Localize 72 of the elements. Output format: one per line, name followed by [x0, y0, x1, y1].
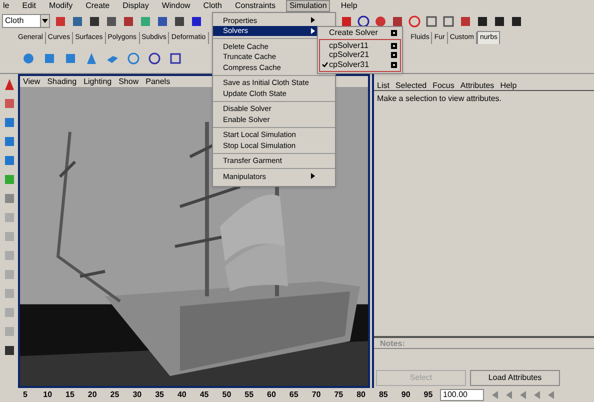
- cube-icon[interactable]: [43, 52, 56, 65]
- cylinder-icon[interactable]: [64, 52, 77, 65]
- square-icon[interactable]: [169, 52, 182, 65]
- panel-menu-item[interactable]: Lighting: [84, 76, 112, 87]
- tool-icon[interactable]: [510, 14, 523, 28]
- menu-item[interactable]: Create: [84, 1, 112, 11]
- end-time-field[interactable]: 100.00: [440, 389, 484, 401]
- timeline-tick: 15: [64, 389, 76, 401]
- notes-label: Notes:: [380, 339, 405, 348]
- menu-item[interactable]: cpSolver21: [320, 50, 400, 60]
- option-box-icon: [391, 42, 397, 49]
- timeline-tick: 75: [333, 389, 344, 401]
- timeline-tick: 50: [221, 389, 232, 401]
- cone-icon[interactable]: [85, 52, 98, 65]
- timeline-tick: 25: [109, 389, 120, 401]
- tool-icon[interactable]: [156, 14, 169, 28]
- tool-icon[interactable]: [476, 14, 489, 28]
- panel-menu-item[interactable]: View: [23, 76, 40, 87]
- tool-icon[interactable]: [357, 14, 370, 28]
- timeline-tick: 70: [310, 389, 322, 401]
- panel-menu-item[interactable]: List: [377, 80, 390, 90]
- status-message: Make a selection to view attributes.: [376, 93, 503, 105]
- tool-icon[interactable]: [391, 14, 404, 28]
- circle-icon[interactable]: [148, 52, 161, 65]
- timeline-tick: 95: [422, 389, 434, 401]
- menu-item[interactable]: Constraints: [232, 1, 278, 11]
- tool-icon[interactable]: [190, 14, 203, 28]
- panel-menu-item[interactable]: Panels: [146, 76, 170, 87]
- tool-icon[interactable]: [493, 14, 506, 28]
- tool-icon[interactable]: [105, 14, 118, 28]
- timeline-tick: 80: [356, 389, 366, 401]
- timeline-tick: 30: [132, 389, 143, 401]
- timeline-tick: 45: [198, 389, 210, 401]
- timeline-tick: 65: [288, 389, 300, 401]
- tool-icon[interactable]: [425, 14, 438, 28]
- timeline-tick: 85: [378, 389, 389, 401]
- option-box-icon: [391, 30, 397, 36]
- timeline-tick: 20: [86, 389, 98, 401]
- menu-item[interactable]: cpSolver31: [320, 60, 400, 70]
- timeline-tick: 5: [22, 389, 28, 401]
- panel-menu-item[interactable]: Attributes: [460, 80, 494, 90]
- timeline-tick: 35: [154, 389, 165, 401]
- timeline-tick: 90: [400, 389, 412, 401]
- menu-item[interactable]: le: [1, 1, 12, 11]
- timeline-tick: 10: [42, 389, 54, 401]
- menu-item[interactable]: Simulation: [286, 0, 330, 12]
- tool-icon[interactable]: [88, 14, 101, 28]
- panel-menu-item[interactable]: Help: [500, 80, 517, 90]
- menu-item[interactable]: Display: [120, 1, 151, 11]
- menu-item[interactable]: Modify: [47, 1, 75, 11]
- panel-button[interactable]: Load Attributes: [470, 370, 560, 386]
- panel-menu-item[interactable]: Show: [118, 76, 139, 87]
- panel-menu-item[interactable]: Shading: [47, 76, 77, 87]
- tool-icon[interactable]: [173, 14, 186, 28]
- menu-item[interactable]: cpSolver11: [320, 41, 400, 50]
- tool-icon[interactable]: [442, 14, 455, 28]
- mode-dropdown[interactable]: Cloth: [2, 14, 50, 28]
- menu-item[interactable]: Edit: [20, 1, 38, 11]
- panel-menu-item[interactable]: Selected: [395, 80, 427, 90]
- option-box-icon: [391, 52, 397, 58]
- menu-item[interactable]: Cloth: [201, 1, 224, 11]
- menu-item[interactable]: Help: [338, 1, 360, 11]
- caret-icon: [40, 15, 49, 27]
- option-box-icon: [391, 62, 397, 68]
- panel-menu-item[interactable]: Focus: [432, 80, 454, 90]
- timeline-tick: 40: [176, 389, 188, 401]
- timeline-tick: 55: [244, 389, 255, 401]
- timeline-tick: 60: [266, 389, 277, 401]
- menu-item[interactable]: Window: [160, 1, 192, 11]
- torus-icon[interactable]: [127, 52, 140, 65]
- tool-icon[interactable]: [2, 344, 16, 357]
- sphere-icon[interactable]: [22, 52, 35, 65]
